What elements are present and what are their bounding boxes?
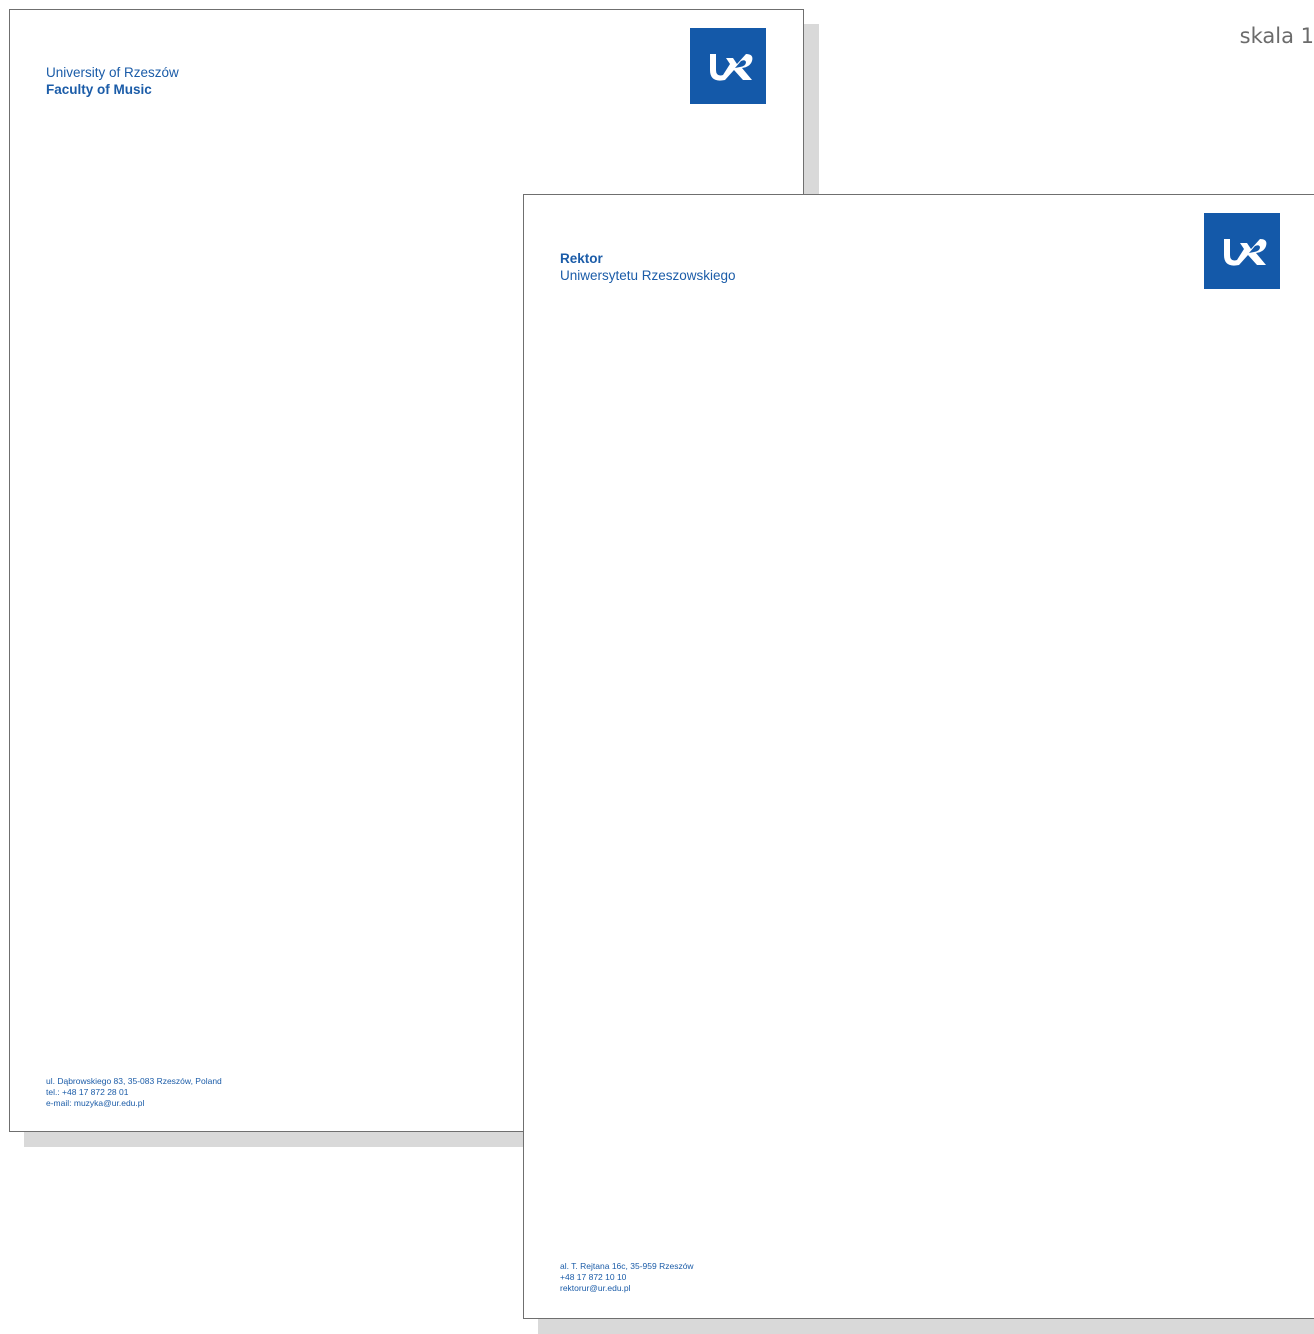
header-line-1: Rektor (560, 251, 603, 266)
ur-logo-icon (690, 28, 766, 104)
letterhead-header: Rektor Uniwersytetu Rzeszowskiego (560, 250, 736, 284)
footer-email: rektorur@ur.edu.pl (560, 1283, 631, 1293)
footer-address: al. T. Rejtana 16c, 35-959 Rzeszów (560, 1261, 694, 1271)
letterhead-footer: ul. Dąbrowskiego 83, 35-083 Rzeszów, Pol… (46, 1076, 222, 1109)
footer-email: e-mail: muzyka@ur.edu.pl (46, 1098, 145, 1108)
ur-logo-icon (1204, 213, 1280, 289)
footer-phone: +48 17 872 10 10 (560, 1272, 627, 1282)
scale-label: skala 1 (1239, 24, 1314, 48)
footer-phone: tel.: +48 17 872 28 01 (46, 1087, 129, 1097)
header-line-2: Faculty of Music (46, 82, 152, 97)
letterhead-header: University of Rzeszów Faculty of Music (46, 64, 179, 98)
letterhead-footer: al. T. Rejtana 16c, 35-959 Rzeszów +48 1… (560, 1261, 694, 1294)
footer-address: ul. Dąbrowskiego 83, 35-083 Rzeszów, Pol… (46, 1076, 222, 1086)
header-line-1: University of Rzeszów (46, 65, 179, 80)
header-line-2: Uniwersytetu Rzeszowskiego (560, 268, 736, 283)
letterhead-sheet-polish: Rektor Uniwersytetu Rzeszowskiego al. T.… (523, 194, 1314, 1319)
